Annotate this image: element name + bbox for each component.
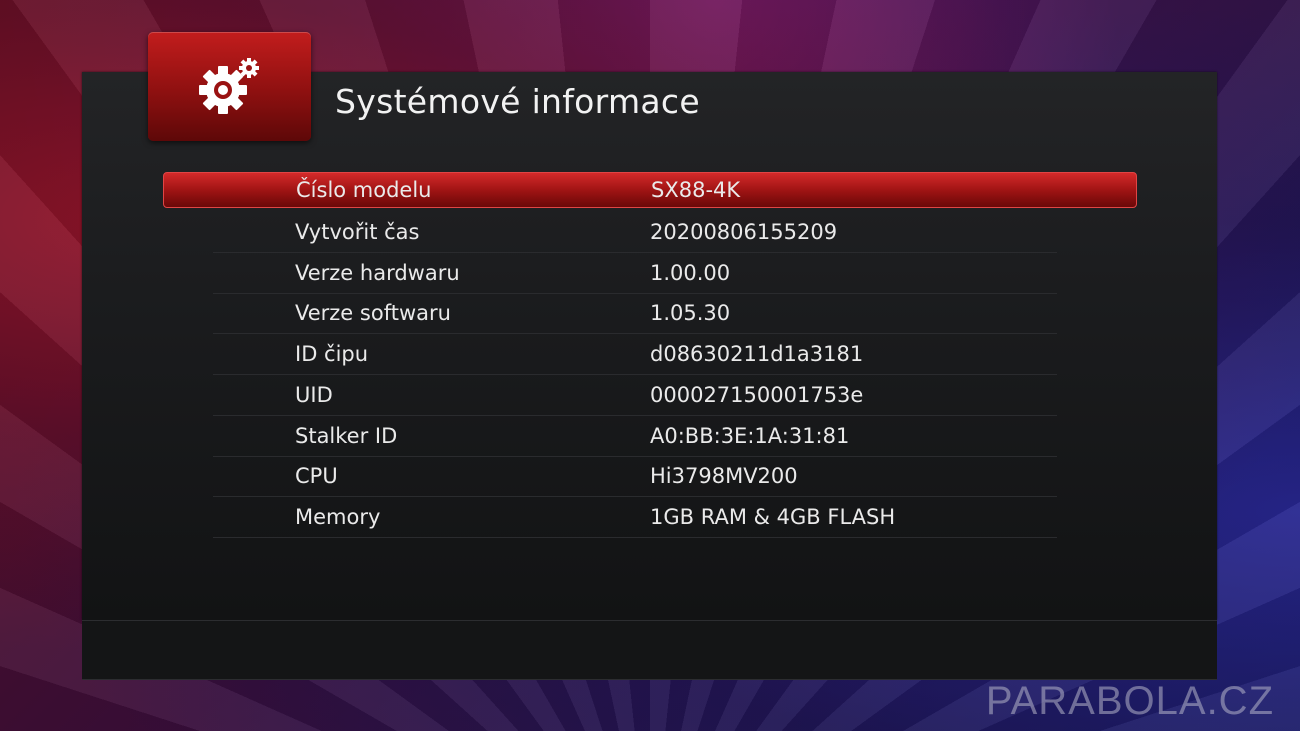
footer-bar — [82, 620, 1217, 680]
row-label: ID čipu — [295, 342, 369, 367]
row-label: Číslo modelu — [296, 178, 432, 202]
row-value: Hi3798MV200 — [650, 464, 798, 489]
row-label: Memory — [295, 505, 381, 530]
row-label: Verze hardwaru — [295, 260, 460, 285]
watermark: PARABOLA.CZ — [985, 679, 1274, 723]
row-value: d08630211d1a3181 — [650, 342, 864, 367]
row-value: 1.05.30 — [650, 301, 731, 326]
gear-icon — [198, 57, 259, 114]
row-label: Verze softwaru — [295, 301, 451, 326]
info-row-stalker-id[interactable]: Stalker ID A0:BB:3E:1A:31:81 — [213, 416, 1057, 457]
info-row-uid[interactable]: UID 000027150001753e — [213, 375, 1057, 416]
row-value: 20200806155209 — [650, 219, 838, 244]
info-row-software-version[interactable]: Verze softwaru 1.05.30 — [213, 294, 1057, 335]
row-value: 000027150001753e — [650, 382, 864, 407]
info-row-build-time[interactable]: Vytvořit čas 20200806155209 — [213, 212, 1057, 253]
settings-tile — [148, 32, 311, 141]
row-value: 1.00.00 — [650, 260, 731, 285]
info-row-chip-id[interactable]: ID čipu d08630211d1a3181 — [213, 334, 1057, 375]
info-row-hardware-version[interactable]: Verze hardwaru 1.00.00 — [213, 253, 1057, 294]
info-row-model-number[interactable]: Číslo modelu SX88-4K — [163, 172, 1137, 208]
info-row-memory[interactable]: Memory 1GB RAM & 4GB FLASH — [213, 497, 1057, 538]
row-label: Vytvořit čas — [295, 219, 420, 244]
page-title: Systémové informace — [335, 82, 700, 121]
info-row-cpu[interactable]: CPU Hi3798MV200 — [213, 457, 1057, 498]
row-value: SX88-4K — [651, 178, 741, 202]
row-label: UID — [295, 382, 333, 407]
row-value: A0:BB:3E:1A:31:81 — [650, 423, 850, 448]
row-label: Stalker ID — [295, 423, 398, 448]
row-value: 1GB RAM & 4GB FLASH — [650, 505, 896, 530]
row-label: CPU — [295, 464, 338, 489]
info-list: Číslo modelu SX88-4K Vytvořit čas 202008… — [163, 172, 1137, 538]
